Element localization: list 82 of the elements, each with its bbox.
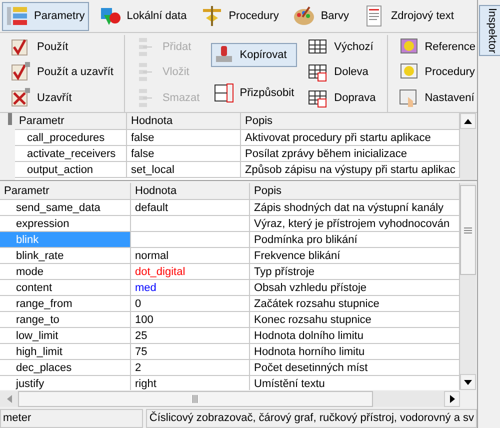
- flowchart-icon: [200, 5, 223, 27]
- table-cell: blink: [0, 232, 131, 248]
- table-cell: Podmínka pro blikání: [250, 232, 460, 248]
- tab[interactable]: Parametry: [2, 2, 89, 30]
- table-cell: mode: [0, 264, 131, 280]
- table-cell: Způsob zápisu na výstupy při startu aplikac: [241, 162, 460, 178]
- table-cell: 25: [131, 328, 250, 344]
- table-cell: Hodnota dolního limitu: [250, 328, 460, 344]
- toolbar-button[interactable]: Výchozí: [305, 35, 379, 58]
- scrollbar[interactable]: [460, 113, 476, 180]
- toolbar-button[interactable]: Použít: [8, 35, 116, 58]
- tab[interactable]: Zdrojový text: [358, 2, 458, 30]
- grip-icon: [192, 395, 199, 403]
- toolbar-button[interactable]: Reference: [396, 35, 478, 58]
- table-cell: call_procedures: [15, 130, 127, 146]
- table-cell: Výraz, který je přístrojem vyhodnocován: [250, 216, 460, 232]
- table-grid-icon: [308, 36, 328, 56]
- table-cell: 2: [131, 360, 250, 376]
- table-cell: Hodnota horního limitu: [250, 344, 460, 360]
- column-header: Hodnota: [131, 183, 250, 200]
- table-cell: dot_digital: [131, 264, 250, 280]
- status-text: Číslicový zobrazovač, čárový graf, ručkový přístroj, vodorovný a sv: [146, 409, 477, 428]
- column-header: Popis: [241, 113, 460, 130]
- toolbar-button[interactable]: Doprava: [305, 86, 379, 109]
- table-cell: range_from: [0, 296, 131, 312]
- table-cell: set_local: [127, 162, 241, 178]
- toolbar-button[interactable]: Doleva: [305, 60, 379, 84]
- table-cell: Počet desetinných míst: [250, 360, 460, 376]
- toolbar-button[interactable]: Procedury: [396, 60, 478, 84]
- scroll-right-icon: [450, 395, 454, 403]
- stamp-icon: [214, 44, 234, 64]
- table-cell: normal: [131, 248, 250, 264]
- table-cell: Zápis shodných dat na výstupní kanály: [250, 200, 460, 216]
- column-header: Parametr: [15, 113, 127, 130]
- table-cell: activate_receivers: [15, 146, 127, 162]
- toolbar-button[interactable]: Nastavení: [396, 86, 478, 109]
- table-cell: range_to: [0, 312, 131, 328]
- table-right-icon: [308, 88, 328, 108]
- table-cell: 100: [131, 312, 250, 328]
- table-left-icon: [308, 62, 328, 82]
- grip-icon: [464, 226, 472, 234]
- toolbar-button[interactable]: Kopírovat: [210, 42, 298, 66]
- table-cell: Konec rozsahu stupnice: [250, 312, 460, 328]
- status-text: meter: [0, 409, 144, 428]
- column-header: Hodnota: [127, 113, 241, 130]
- table-cell: content: [0, 280, 131, 296]
- checkmark-close-icon: [11, 62, 31, 82]
- fit-text-icon: [214, 83, 234, 103]
- table-cell: dec_places: [0, 360, 131, 376]
- toolbar-button[interactable]: Použít a uzavřít: [8, 60, 116, 84]
- tab[interactable]: Barvy: [288, 2, 353, 30]
- table-cell: false: [127, 146, 241, 162]
- table-cell: blink_rate: [0, 248, 131, 264]
- table-cell: Začátek rozsahu stupnice: [250, 296, 460, 312]
- cross-close-icon: [11, 88, 31, 108]
- scrollbar[interactable]: [0, 391, 460, 407]
- table-cell: false: [127, 130, 241, 146]
- table-cell: high_limit: [0, 344, 131, 360]
- tab[interactable]: Lokální data: [94, 2, 191, 30]
- palette-icon: [292, 5, 315, 27]
- table-cell: Typ přístroje: [250, 264, 460, 280]
- table-cell: Aktivovat procedury při startu aplikace: [241, 130, 460, 146]
- toolbar-button[interactable]: Uzavřít: [8, 86, 116, 109]
- table-cell: Posílat zprávy během inicializace: [241, 146, 460, 162]
- scroll-left-icon: [6, 395, 12, 403]
- scrollbar[interactable]: [460, 183, 476, 390]
- table-cell: Obsah vzhledu přístoje: [250, 280, 460, 296]
- column-header: Popis: [250, 183, 460, 200]
- table-cell: 75: [131, 344, 250, 360]
- table-cell: 0: [131, 296, 250, 312]
- table-cell: Frekvence blikání: [250, 248, 460, 264]
- side-tab[interactable]: Inspektor: [479, 5, 500, 56]
- scroll-up-icon: [464, 118, 472, 124]
- table-cell: output_action: [15, 162, 127, 178]
- toolbar-button[interactable]: Přizpůsobit: [210, 82, 298, 104]
- table-cell: send_same_data: [0, 200, 131, 216]
- tab[interactable]: Procedury: [196, 2, 283, 30]
- table-cell: low_limit: [0, 328, 131, 344]
- scroll-down-icon: [464, 380, 472, 384]
- table-cell: med: [131, 280, 250, 296]
- table-cell: default: [131, 200, 250, 216]
- column-header: Parametr: [0, 183, 131, 200]
